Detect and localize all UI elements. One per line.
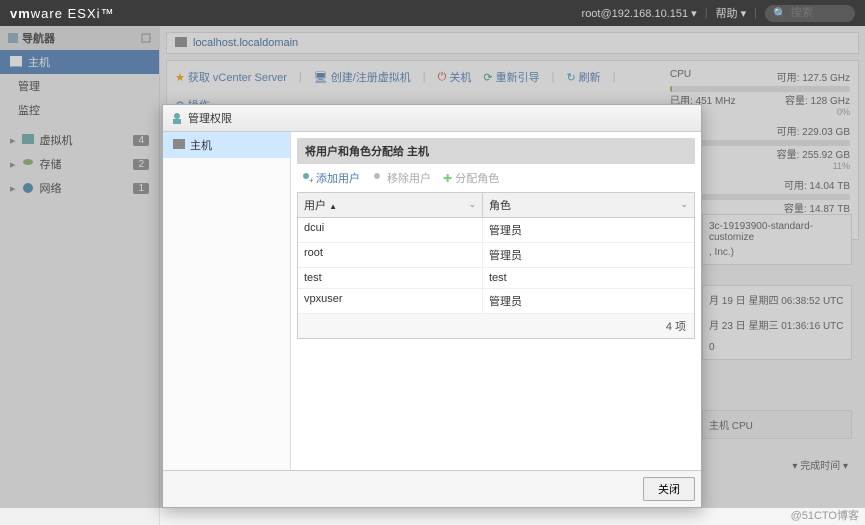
permissions-toolbar: + 添加用户 移除用户 ✚ 分配角色	[297, 164, 695, 192]
table-row[interactable]: dcui管理员	[298, 218, 694, 243]
assign-role-button: ✚ 分配角色	[443, 170, 499, 186]
user-icon	[171, 112, 183, 124]
search-box[interactable]: 🔍	[765, 5, 855, 22]
col-header-role[interactable]: 角色 ⌄	[483, 193, 694, 217]
modal-sidebar-host[interactable]: 主机	[163, 132, 290, 158]
table-row[interactable]: testtest	[298, 268, 694, 289]
assign-title: 将用户和角色分配给 主机	[297, 138, 695, 164]
remove-user-icon	[372, 172, 384, 184]
permissions-grid: 用户 ▲ ⌄ 角色 ⌄ dcui管理员 root管理员 testtest	[297, 192, 695, 339]
watermark: @51CTO博客	[791, 507, 859, 523]
search-icon: 🔍	[773, 7, 787, 20]
chevron-down-icon[interactable]: ⌄	[468, 199, 476, 210]
brand: vmware ESXi™	[10, 6, 115, 21]
grid-footer: 4 项	[298, 314, 694, 338]
plus-icon: ✚	[443, 172, 452, 185]
permissions-modal: 管理权限 主机 将用户和角色分配给 主机 + 添加用户 移除用户 ✚	[162, 104, 702, 508]
modal-title-bar: 管理权限	[163, 105, 701, 132]
remove-user-button: 移除用户	[372, 170, 431, 186]
add-user-icon: +	[301, 172, 313, 184]
table-row[interactable]: vpxuser管理员	[298, 289, 694, 314]
host-icon	[173, 139, 185, 151]
user-menu[interactable]: root@192.168.10.151 ▾	[582, 7, 697, 20]
svg-text:+: +	[309, 176, 313, 184]
close-button[interactable]: 关闭	[643, 477, 695, 501]
search-input[interactable]	[791, 7, 851, 19]
help-menu[interactable]: 帮助 ▾	[716, 5, 747, 21]
table-row[interactable]: root管理员	[298, 243, 694, 268]
chevron-down-icon[interactable]: ⌄	[680, 199, 688, 210]
modal-sidebar: 主机	[163, 132, 291, 470]
add-user-button[interactable]: + 添加用户	[301, 170, 360, 186]
top-bar: vmware ESXi™ root@192.168.10.151 ▾ | 帮助 …	[0, 0, 865, 26]
sort-asc-icon: ▲	[329, 202, 337, 211]
col-header-user[interactable]: 用户 ▲ ⌄	[298, 193, 483, 217]
